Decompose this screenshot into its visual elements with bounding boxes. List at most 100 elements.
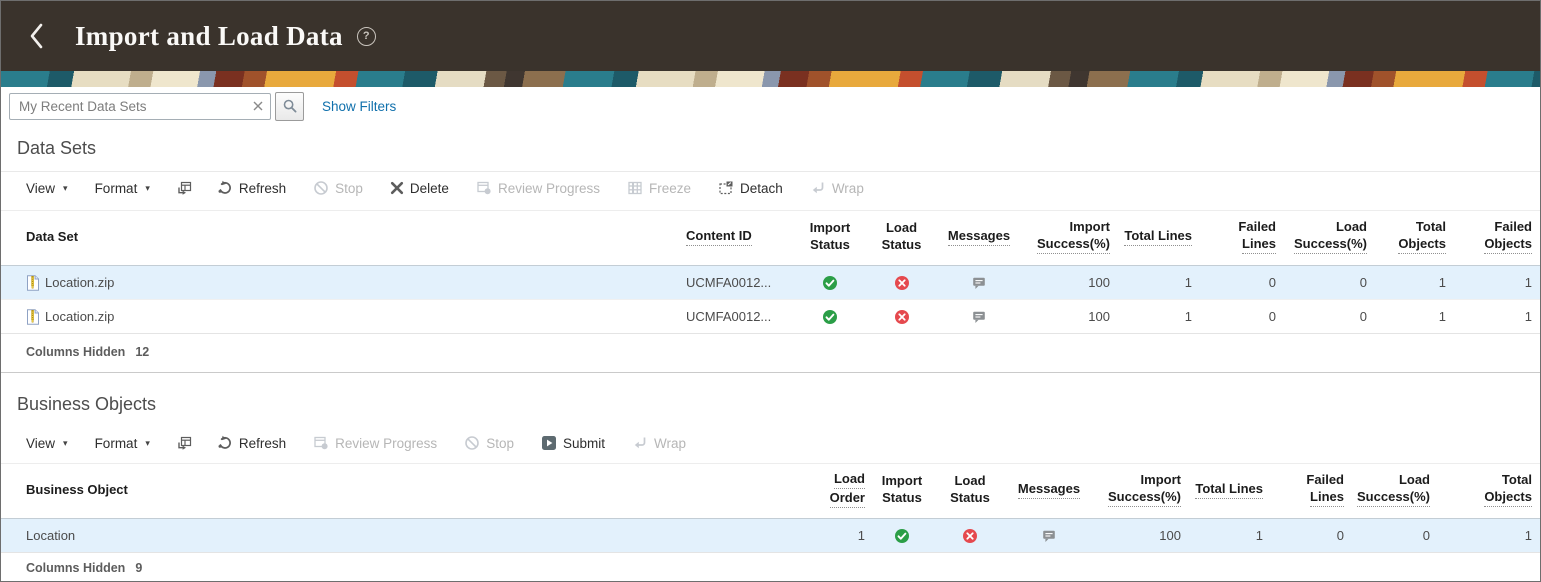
column-header-data-set: Data Set: [1, 210, 686, 266]
refresh-button[interactable]: Refresh: [217, 435, 286, 451]
column-header-load-order[interactable]: Load Order: [806, 463, 875, 519]
freeze-icon: [627, 180, 643, 196]
total-lines-cell: 1: [1255, 528, 1263, 543]
table-row[interactable]: Location.zip UCMFA0012... 100 1 0 0 1 1: [1, 265, 1540, 300]
table-row[interactable]: Location 1 100 1 0 0 1: [1, 518, 1540, 553]
table-options-icon: [177, 435, 193, 451]
table-options-button[interactable]: [177, 180, 193, 196]
success-status-icon: [894, 528, 910, 544]
wrap-button: Wrap: [810, 180, 864, 196]
help-icon[interactable]: ?: [356, 26, 376, 46]
column-header-load-success[interactable]: Load Success(%): [1286, 210, 1377, 266]
dropdown-caret-icon: ▾: [145, 182, 150, 193]
column-header-failed-lines[interactable]: Failed Lines: [1202, 210, 1286, 266]
table-options-icon: [177, 180, 193, 196]
column-header-total-lines[interactable]: Total Lines: [1120, 210, 1202, 266]
import-success-cell: 100: [1088, 275, 1110, 290]
search-input[interactable]: [9, 92, 271, 120]
total-lines-cell: 1: [1184, 275, 1192, 290]
column-header-failed-lines[interactable]: Failed Lines: [1273, 463, 1354, 519]
content-id-cell: UCMFA0012...: [686, 309, 772, 324]
import-success-cell: 100: [1159, 528, 1181, 543]
view-menu[interactable]: View ▾: [26, 181, 68, 196]
column-header-total-lines[interactable]: Total Lines: [1191, 463, 1273, 519]
column-header-total-objects[interactable]: Total Objects: [1440, 463, 1540, 519]
zip-file-icon: [26, 308, 40, 325]
submit-button[interactable]: Submit: [541, 435, 605, 451]
stop-button: Stop: [464, 435, 514, 451]
dropdown-caret-icon: ▾: [145, 437, 150, 448]
detach-button[interactable]: Detach: [718, 180, 783, 196]
refresh-button[interactable]: Refresh: [217, 180, 286, 196]
failed-objects-link[interactable]: 1: [1456, 300, 1540, 334]
wrap-button: Wrap: [632, 435, 686, 451]
columns-hidden-count: 12: [135, 345, 150, 359]
app-header: Import and Load Data ?: [1, 1, 1540, 71]
messages-icon[interactable]: [972, 310, 986, 324]
load-success-cell: 0: [1422, 528, 1430, 543]
page-title: Import and Load Data: [75, 20, 343, 51]
failed-lines-cell: 0: [1268, 309, 1276, 324]
failed-objects-link[interactable]: 1: [1456, 266, 1540, 300]
format-menu[interactable]: Format ▾: [95, 181, 150, 196]
business-object-name: Location: [26, 528, 76, 543]
dropdown-caret-icon: ▾: [63, 437, 68, 448]
messages-icon[interactable]: [1042, 529, 1056, 543]
view-menu[interactable]: View ▾: [26, 436, 68, 451]
success-status-icon: [822, 309, 838, 325]
datasets-table: Data Set Content ID Import Status Load Sta…: [1, 210, 1540, 334]
column-header-messages[interactable]: Messages: [939, 210, 1029, 266]
business-objects-toolbar: View▾ Format▾ Refresh Review Progress: [1, 427, 1540, 455]
stop-icon: [313, 180, 329, 196]
total-objects-link[interactable]: 1: [1440, 519, 1540, 553]
format-menu[interactable]: Format ▾: [95, 436, 150, 451]
review-progress-button: Review Progress: [313, 435, 437, 451]
show-filters-link[interactable]: Show Filters: [322, 99, 396, 114]
zip-file-icon: [26, 274, 40, 291]
column-header-import-success[interactable]: Import Success(%): [1029, 210, 1120, 266]
search-box: [9, 92, 271, 120]
business-objects-table: Business Object Load Order Import Status L…: [1, 463, 1540, 553]
search-row: Show Filters: [9, 91, 1540, 121]
column-header-import-success[interactable]: Import Success(%): [1097, 463, 1191, 519]
table-row[interactable]: Location.zip UCMFA0012... 100 1 0 0 1 1: [1, 300, 1540, 334]
data-set-name: Location.zip: [45, 309, 115, 324]
column-header-import-status: Import Status: [875, 463, 939, 519]
datasets-header-row: Data Set Content ID Import Status Load Sta…: [1, 210, 1540, 266]
column-header-load-status: Load Status: [939, 463, 1011, 519]
column-header-total-objects[interactable]: Total Objects: [1377, 210, 1456, 266]
success-status-icon: [822, 275, 838, 291]
columns-hidden-count: 9: [135, 561, 143, 575]
review-progress-icon: [476, 180, 492, 196]
column-header-load-success[interactable]: Load Success(%): [1354, 463, 1440, 519]
back-button[interactable]: [23, 19, 49, 53]
column-header-failed-objects[interactable]: Failed Objects: [1456, 210, 1540, 266]
column-header-business-object: Business Object: [1, 463, 806, 519]
search-button[interactable]: [275, 91, 304, 121]
datasets-toolbar: View ▾ Format ▾ Refresh Stop Delete Revi…: [1, 171, 1540, 200]
search-icon: [282, 98, 298, 114]
load-success-cell: 0: [1359, 275, 1367, 290]
wrap-icon: [632, 435, 648, 451]
error-status-icon: [962, 528, 978, 544]
review-progress-icon: [313, 435, 329, 451]
table-options-button[interactable]: [177, 435, 193, 451]
business-objects-heading: Business Objects: [17, 394, 157, 414]
column-header-content-id[interactable]: Content ID: [686, 210, 796, 266]
business-objects-header-row: Business Object Load Order Import Status L…: [1, 463, 1540, 519]
stop-icon: [464, 435, 480, 451]
column-header-load-status: Load Status: [874, 210, 939, 266]
failed-lines-cell: 0: [1336, 528, 1344, 543]
total-objects-link[interactable]: 1: [1377, 300, 1456, 334]
review-progress-button: Review Progress: [476, 180, 600, 196]
clear-search-icon[interactable]: [251, 99, 265, 113]
error-status-icon: [894, 275, 910, 291]
column-header-messages[interactable]: Messages: [1011, 463, 1097, 519]
data-set-name: Location.zip: [45, 275, 115, 290]
load-order-cell: 1: [857, 528, 865, 543]
freeze-button: Freeze: [627, 180, 691, 196]
delete-button[interactable]: Delete: [390, 181, 449, 196]
refresh-icon: [217, 435, 233, 451]
messages-icon[interactable]: [972, 276, 986, 290]
total-objects-link[interactable]: 1: [1377, 266, 1456, 300]
